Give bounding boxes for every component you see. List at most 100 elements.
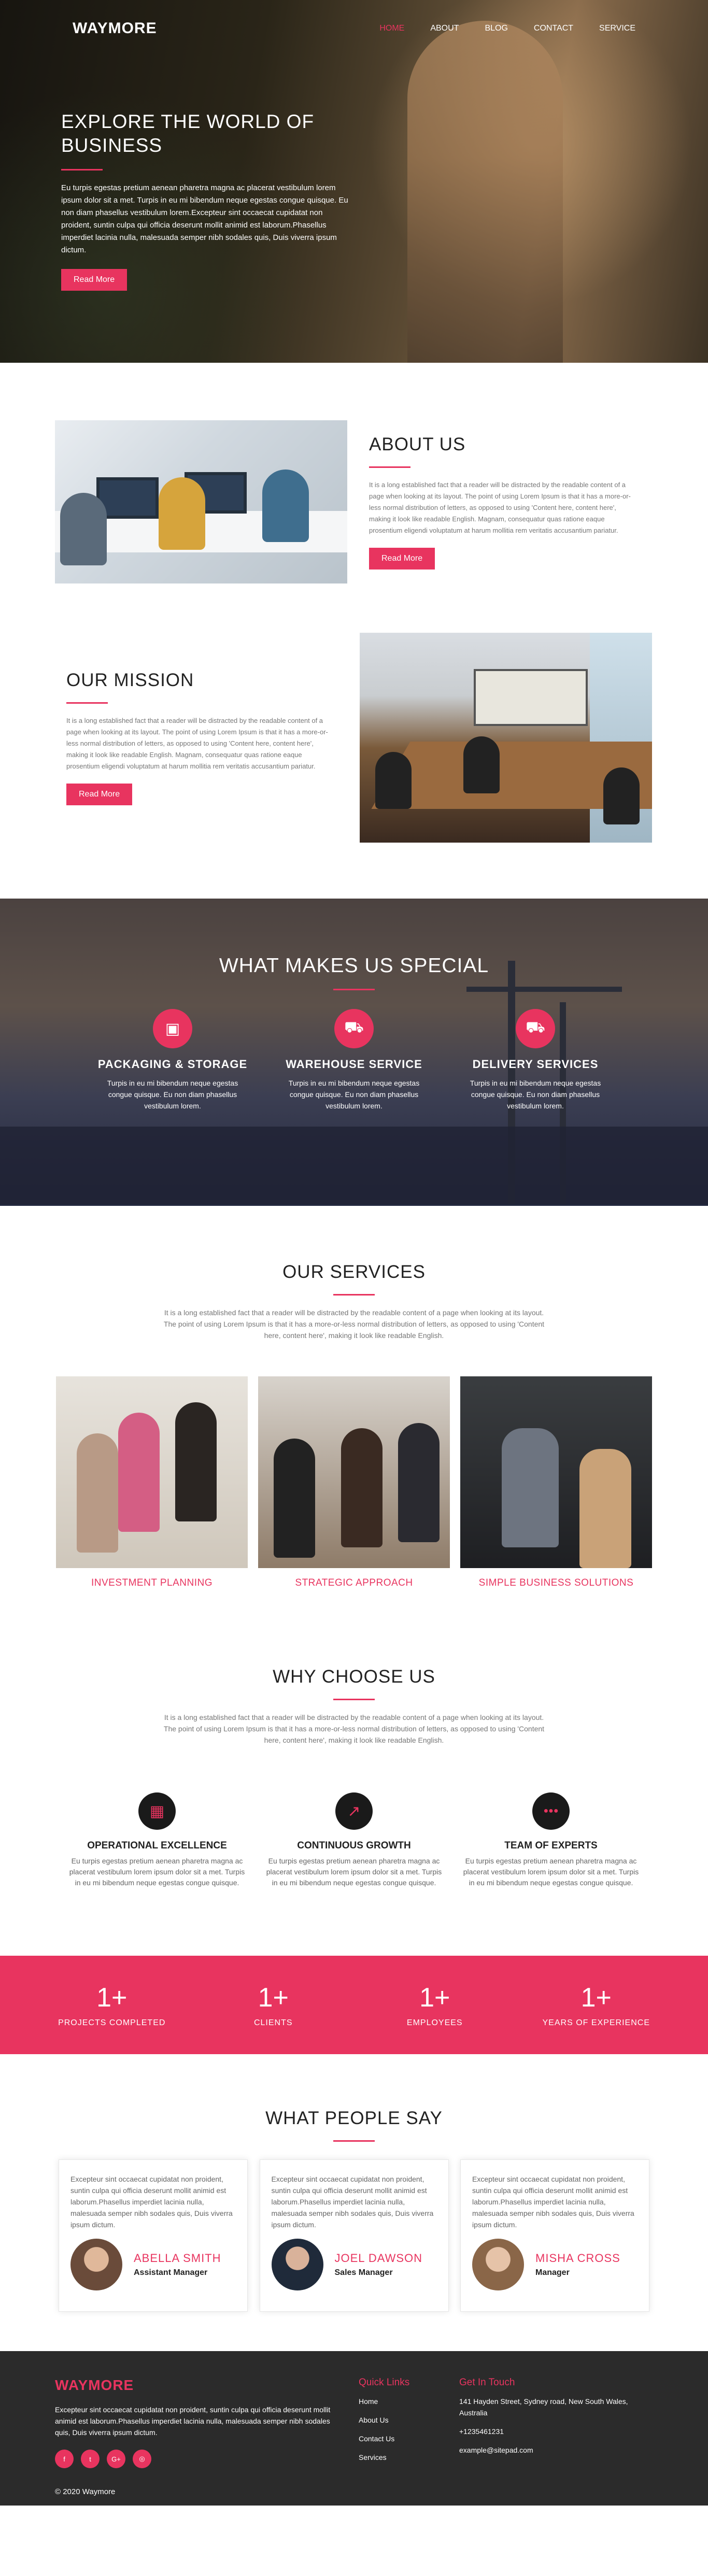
special-title: WHAT MAKES US SPECIAL bbox=[219, 955, 489, 977]
contact-title: Get In Touch bbox=[459, 2377, 515, 2388]
building-icon: ▦ bbox=[138, 1792, 176, 1830]
stat-label: PROJECTS COMPLETED bbox=[58, 2018, 166, 2027]
team-icon: ●●● bbox=[532, 1792, 570, 1830]
feature-text: Turpis in eu mi bibendum neque egestas c… bbox=[288, 1079, 420, 1110]
about-read-more-button[interactable]: Read More bbox=[369, 548, 435, 570]
feature-text: Turpis in eu mi bibendum neque egestas c… bbox=[107, 1079, 238, 1110]
nav-item-blog[interactable]: BLOG bbox=[485, 24, 507, 33]
about-divider bbox=[369, 466, 410, 468]
nav-item-home[interactable]: HOME bbox=[379, 24, 404, 33]
quick-links-title: Quick Links bbox=[359, 2377, 410, 2388]
testimonial-card: Excepteur sint occaecat cupidatat non pr… bbox=[460, 2159, 649, 2312]
service-image bbox=[460, 1376, 652, 1568]
service-image bbox=[56, 1376, 248, 1568]
hero-content: EXPLORE THE WORLD OF BUSINESS Eu turpis … bbox=[61, 110, 351, 291]
why-item: ↗ CONTINUOUS GROWTH Eu turpis egestas pr… bbox=[266, 1792, 442, 1888]
testimonial-role: Assistant Manager bbox=[134, 2268, 208, 2277]
stat-number: 1+ bbox=[580, 1983, 612, 2013]
nav-item-about[interactable]: ABOUT bbox=[430, 24, 459, 33]
footer-text: Excepteur sint occaecat cupidatat non pr… bbox=[55, 2406, 331, 2437]
testimonials-section: WHAT PEOPLE SAY Excepteur sint occaecat … bbox=[0, 2054, 708, 2351]
why-item-title: OPERATIONAL EXCELLENCE bbox=[87, 1840, 227, 1851]
footer-link-services[interactable]: Services bbox=[359, 2452, 452, 2463]
about-image bbox=[55, 420, 347, 583]
why-lead: It is a long established fact that a rea… bbox=[163, 1713, 545, 1744]
about-section: ABOUT US It is a long established fact t… bbox=[0, 363, 708, 583]
feature-title: DELIVERY SERVICES bbox=[472, 1058, 599, 1071]
stat-number: 1+ bbox=[96, 1983, 128, 2013]
main-menu: HOME ABOUT BLOG CONTACT SERVICE bbox=[379, 24, 635, 33]
hero-section: WAYMORE HOME ABOUT BLOG CONTACT SERVICE … bbox=[0, 0, 708, 363]
stat-label: YEARS OF EXPERIENCE bbox=[542, 2018, 650, 2027]
testimonial-text: Excepteur sint occaecat cupidatat non pr… bbox=[271, 2175, 434, 2229]
facebook-icon[interactable]: f bbox=[55, 2450, 74, 2468]
testimonials-divider bbox=[333, 2140, 375, 2142]
hero-title: EXPLORE THE WORLD OF BUSINESS bbox=[61, 111, 315, 156]
testimonial-card: Excepteur sint occaecat cupidatat non pr… bbox=[59, 2159, 248, 2312]
footer-phone[interactable]: +1235461231 bbox=[459, 2426, 651, 2437]
why-item: ●●● TEAM OF EXPERTS Eu turpis egestas pr… bbox=[463, 1792, 639, 1888]
service-card[interactable]: INVESTMENT PLANNING bbox=[56, 1376, 248, 1589]
service-label: STRATEGIC APPROACH bbox=[295, 1577, 413, 1588]
why-section: WHY CHOOSE US It is a long established f… bbox=[0, 1589, 708, 1888]
stat-employees: 1+ EMPLOYEES bbox=[367, 1982, 502, 2028]
about-text: It is a long established fact that a rea… bbox=[369, 481, 631, 534]
instagram-icon[interactable]: ◎ bbox=[133, 2450, 151, 2468]
nav-item-contact[interactable]: CONTACT bbox=[534, 24, 573, 33]
box-icon: ▣ bbox=[153, 1009, 192, 1048]
footer-logo[interactable]: WAYMORE bbox=[55, 2377, 345, 2394]
service-card[interactable]: SIMPLE BUSINESS SOLUTIONS bbox=[460, 1376, 652, 1589]
testimonial-text: Excepteur sint occaecat cupidatat non pr… bbox=[472, 2175, 634, 2229]
stat-label: EMPLOYEES bbox=[406, 2018, 463, 2027]
hero-read-more-button[interactable]: Read More bbox=[61, 269, 128, 291]
stat-number: 1+ bbox=[258, 1983, 289, 2013]
mission-image bbox=[360, 633, 652, 843]
why-grid: ▦ OPERATIONAL EXCELLENCE Eu turpis egest… bbox=[69, 1792, 639, 1888]
footer-link-home[interactable]: Home bbox=[359, 2396, 452, 2407]
services-divider bbox=[333, 1294, 375, 1296]
testimonial-role: Manager bbox=[535, 2268, 570, 2277]
why-item: ▦ OPERATIONAL EXCELLENCE Eu turpis egest… bbox=[69, 1792, 245, 1888]
avatar bbox=[271, 2239, 323, 2290]
warehouse-icon: ⛟ bbox=[334, 1009, 374, 1048]
feature-title: PACKAGING & STORAGE bbox=[97, 1058, 248, 1071]
feature-delivery: ⛟ DELIVERY SERVICES Turpis in eu mi bibe… bbox=[458, 1009, 613, 1112]
service-label: SIMPLE BUSINESS SOLUTIONS bbox=[478, 1577, 634, 1588]
feature-packaging: ▣ PACKAGING & STORAGE Turpis in eu mi bi… bbox=[95, 1009, 250, 1112]
why-title: WHY CHOOSE US bbox=[273, 1667, 435, 1687]
why-item-title: TEAM OF EXPERTS bbox=[504, 1840, 598, 1851]
nav-item-service[interactable]: SERVICE bbox=[599, 24, 635, 33]
testimonial-text: Excepteur sint occaecat cupidatat non pr… bbox=[70, 2175, 233, 2229]
stat-projects: 1+ PROJECTS COMPLETED bbox=[45, 1982, 179, 2028]
site-logo[interactable]: WAYMORE bbox=[73, 20, 157, 37]
why-item-text: Eu turpis egestas pretium aenean pharetr… bbox=[463, 1857, 639, 1887]
footer-about: WAYMORE Excepteur sint occaecat cupidata… bbox=[55, 2377, 345, 2468]
footer-quick-links: Quick Links Home About Us Contact Us Ser… bbox=[359, 2377, 452, 2470]
top-navigation: WAYMORE HOME ABOUT BLOG CONTACT SERVICE bbox=[0, 0, 708, 57]
services-grid: INVESTMENT PLANNING STRATEGIC APPROACH S… bbox=[56, 1376, 652, 1589]
about-title: ABOUT US bbox=[369, 434, 466, 454]
feature-warehouse: ⛟ WAREHOUSE SERVICE Turpis in eu mi bibe… bbox=[276, 1009, 432, 1112]
footer-link-about[interactable]: About Us bbox=[359, 2414, 452, 2426]
footer-email[interactable]: example@sitepad.com bbox=[459, 2444, 651, 2456]
mission-read-more-button[interactable]: Read More bbox=[66, 784, 133, 805]
growth-chart-icon: ↗ bbox=[335, 1792, 373, 1830]
truck-icon: ⛟ bbox=[516, 1009, 555, 1048]
google-plus-icon[interactable]: G+ bbox=[107, 2450, 125, 2468]
hero-divider bbox=[61, 169, 103, 170]
testimonial-person: JOEL DAWSON Sales Manager bbox=[271, 2239, 437, 2290]
footer-contact: Get In Touch 141 Hayden Street, Sydney r… bbox=[459, 2377, 651, 2463]
testimonial-name: MISHA CROSS bbox=[535, 2252, 620, 2265]
testimonial-person: MISHA CROSS Manager bbox=[472, 2239, 638, 2290]
footer-link-contact[interactable]: Contact Us bbox=[359, 2433, 452, 2444]
service-card[interactable]: STRATEGIC APPROACH bbox=[258, 1376, 450, 1589]
social-links: f t G+ ◎ bbox=[55, 2450, 345, 2468]
avatar bbox=[70, 2239, 122, 2290]
mission-divider bbox=[66, 702, 108, 704]
testimonial-name: JOEL DAWSON bbox=[334, 2252, 423, 2265]
testimonials-title: WHAT PEOPLE SAY bbox=[265, 2108, 443, 2128]
testimonial-person: ABELLA SMITH Assistant Manager bbox=[70, 2239, 236, 2290]
service-image bbox=[258, 1376, 450, 1568]
services-lead: It is a long established fact that a rea… bbox=[163, 1308, 545, 1340]
twitter-icon[interactable]: t bbox=[81, 2450, 100, 2468]
